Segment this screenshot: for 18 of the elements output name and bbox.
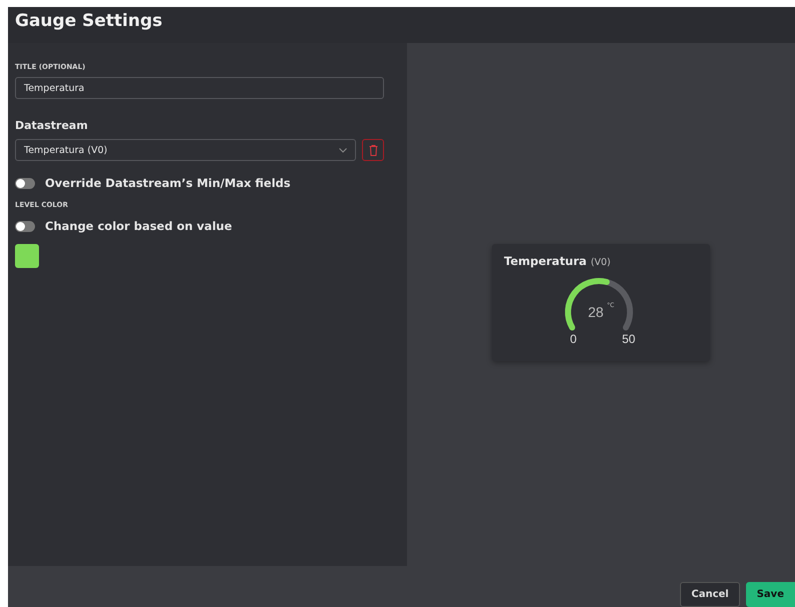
gauge-value: 28 [588, 304, 604, 320]
toggle-switch[interactable] [15, 178, 35, 188]
toggle-label: Change color based on value [45, 219, 232, 233]
gauge-min: 0 [570, 332, 577, 346]
toggle-label: Override Datastream’s Min/Max fields [45, 176, 290, 190]
save-button[interactable]: Save [746, 582, 795, 607]
chevron-down-icon [339, 148, 347, 152]
dialog-title: Gauge Settings [15, 11, 162, 31]
cancel-button[interactable]: Cancel [680, 582, 740, 607]
widget-title: Temperatura (V0) [504, 254, 612, 268]
section-label: Datastream [15, 119, 88, 132]
datastream-dropdown[interactable]: Temperatura (V0) [15, 139, 356, 161]
trash-icon [368, 144, 378, 156]
color-swatch[interactable] [15, 244, 39, 268]
toggle-switch[interactable] [15, 220, 35, 232]
title-input[interactable]: Temperatura [15, 77, 384, 99]
gauge-max: 50 [622, 332, 636, 346]
delete-button[interactable] [362, 139, 384, 161]
